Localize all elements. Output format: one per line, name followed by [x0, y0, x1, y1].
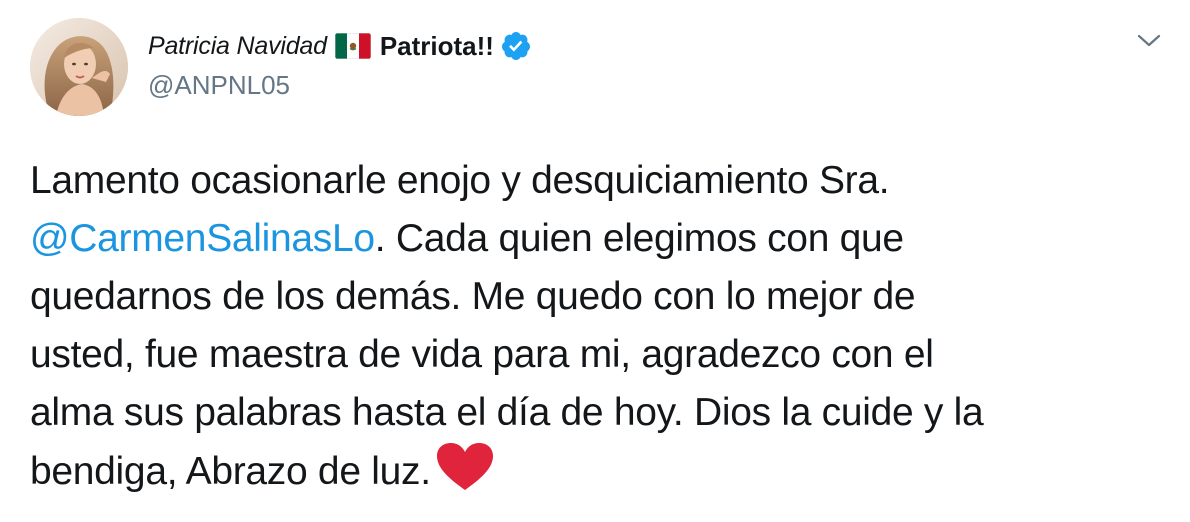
tweet-text-fragment: bendiga, Abrazo de luz.	[30, 450, 431, 493]
author-display-name[interactable]: Patricia Navidad	[148, 32, 327, 61]
tweet-text-line: bendiga, Abrazo de luz.	[30, 442, 1160, 501]
tweet-text-line: Lamento ocasionarle enojo y desquiciamie…	[30, 159, 890, 202]
red-heart-icon	[435, 442, 495, 492]
verified-badge-icon	[500, 30, 532, 62]
avatar[interactable]	[30, 18, 128, 116]
mention-link[interactable]: @CarmenSalinasLo	[30, 217, 375, 260]
tweet-text-fragment: . Cada quien elegimos con que	[374, 217, 904, 260]
tweet-text-line: @CarmenSalinasLo. Cada quien elegimos co…	[30, 210, 1160, 268]
tweet-text-line: usted, fue maestra de vida para mi, agra…	[30, 333, 934, 376]
author-handle[interactable]: @ANPNL05	[148, 70, 532, 101]
chevron-down-icon[interactable]	[1136, 32, 1162, 50]
tweet-card: Patricia Navidad Patriota!! @ANPNL05 Lam…	[0, 0, 1190, 522]
tweet-header: Patricia Navidad Patriota!! @ANPNL05	[148, 26, 532, 101]
avatar-image	[30, 18, 128, 116]
tweet-text: Lamento ocasionarle enojo y desquiciamie…	[30, 152, 1160, 501]
tweet-text-line: alma sus palabras hasta el día de hoy. D…	[30, 391, 984, 434]
author-name-row[interactable]: Patricia Navidad Patriota!!	[148, 26, 532, 66]
author-name-suffix[interactable]: Patriota!!	[380, 31, 494, 62]
mexico-flag-icon	[334, 33, 371, 59]
tweet-text-line: quedarnos de los demás. Me quedo con lo …	[30, 275, 916, 318]
